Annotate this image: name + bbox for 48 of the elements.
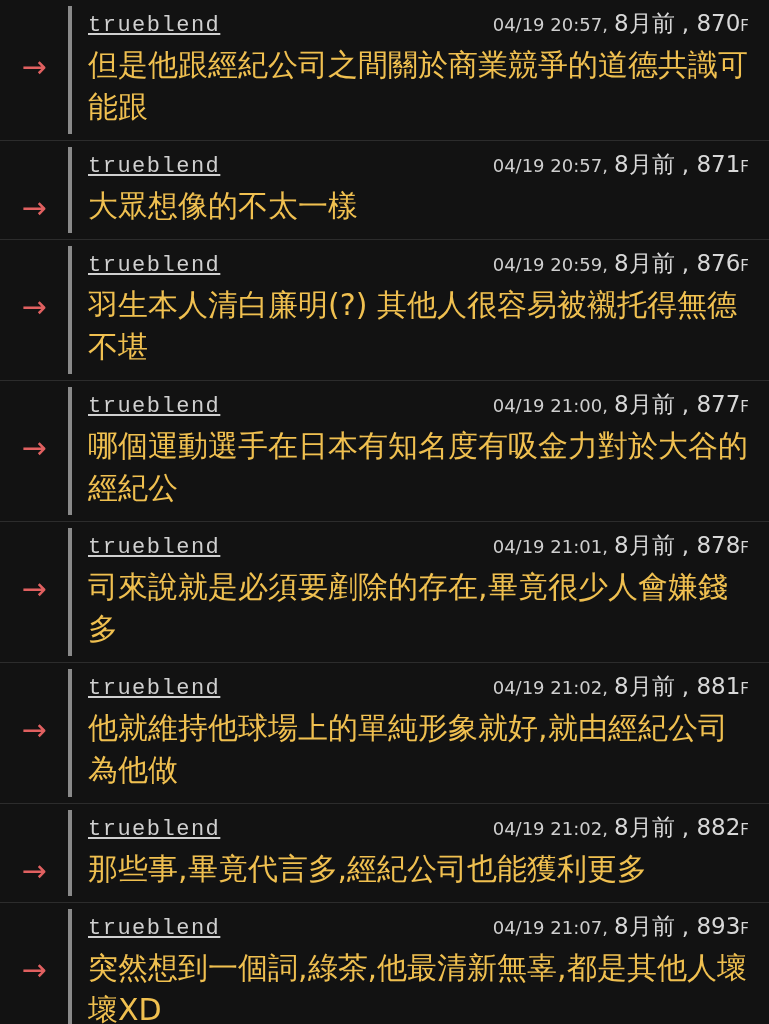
comment-age-floor: 8月前 , 871: [613, 150, 741, 179]
comment-text: 但是他跟經紀公司之間關於商業競爭的道德共識可能跟: [88, 46, 748, 126]
comment-age-floor: 8月前 , 893: [613, 912, 741, 941]
comment-text: 突然想到一個詞,綠茶,他最清新無辜,都是其他人壞壞XD: [88, 949, 748, 1024]
push-arrow: →: [21, 572, 47, 608]
username-link[interactable]: trueblend: [88, 13, 221, 38]
username-link[interactable]: trueblend: [88, 535, 221, 560]
comment-text: 大眾想像的不太一樣: [88, 187, 359, 225]
comment-age-floor: 8月前 , 877: [613, 390, 741, 419]
push-arrow: →: [21, 290, 47, 326]
username-link[interactable]: trueblend: [88, 676, 221, 701]
comment-age-floor: 8月前 , 876: [613, 249, 741, 278]
floor-mark: F: [740, 257, 749, 275]
username-link[interactable]: trueblend: [88, 253, 221, 278]
push-arrow: →: [21, 50, 47, 86]
username-link[interactable]: trueblend: [88, 154, 221, 179]
push-arrow: →: [21, 953, 47, 989]
comment-time: 04/19 20:57,: [492, 14, 608, 35]
comment-age-floor: 8月前 , 881: [613, 672, 741, 701]
comment-age-floor: 8月前 , 870: [613, 9, 741, 38]
comment-age-floor: 8月前 , 878: [613, 531, 741, 560]
floor-mark: F: [740, 539, 749, 557]
floor-mark: F: [740, 17, 749, 35]
username-link[interactable]: trueblend: [88, 394, 221, 419]
comment-text: 哪個運動選手在日本有知名度有吸金力對於大谷的經紀公: [88, 427, 748, 507]
comment-time: 04/19 21:01,: [492, 536, 608, 557]
comment-time: 04/19 20:57,: [492, 155, 608, 176]
comment-age-floor: 8月前 , 882: [613, 813, 741, 842]
floor-mark: F: [740, 158, 749, 176]
push-arrow: →: [21, 431, 47, 467]
comment-text: 司來說就是必須要剷除的存在,畢竟很少人會嫌錢多: [88, 568, 729, 648]
comment-text: 那些事,畢竟代言多,經紀公司也能獲利更多: [88, 850, 649, 888]
floor-mark: F: [740, 821, 749, 839]
push-arrow: →: [21, 854, 47, 890]
comment-text: 羽生本人清白廉明(?) 其他人很容易被襯托得無德不堪: [88, 286, 738, 366]
comment-time: 04/19 21:02,: [492, 677, 608, 698]
comment-time: 04/19 20:59,: [492, 254, 608, 275]
floor-mark: F: [740, 398, 749, 416]
username-link[interactable]: trueblend: [88, 916, 221, 941]
comment-text: 他就維持他球場上的單純形象就好,就由經紀公司為他做: [88, 709, 729, 789]
push-arrow: →: [21, 713, 47, 749]
username-link[interactable]: trueblend: [88, 817, 221, 842]
comment-time: 04/19 21:02,: [492, 818, 608, 839]
push-arrow: →: [21, 191, 47, 227]
floor-mark: F: [740, 920, 749, 938]
floor-mark: F: [740, 680, 749, 698]
comment-time: 04/19 21:00,: [492, 395, 608, 416]
comment-time: 04/19 21:07,: [492, 917, 608, 938]
